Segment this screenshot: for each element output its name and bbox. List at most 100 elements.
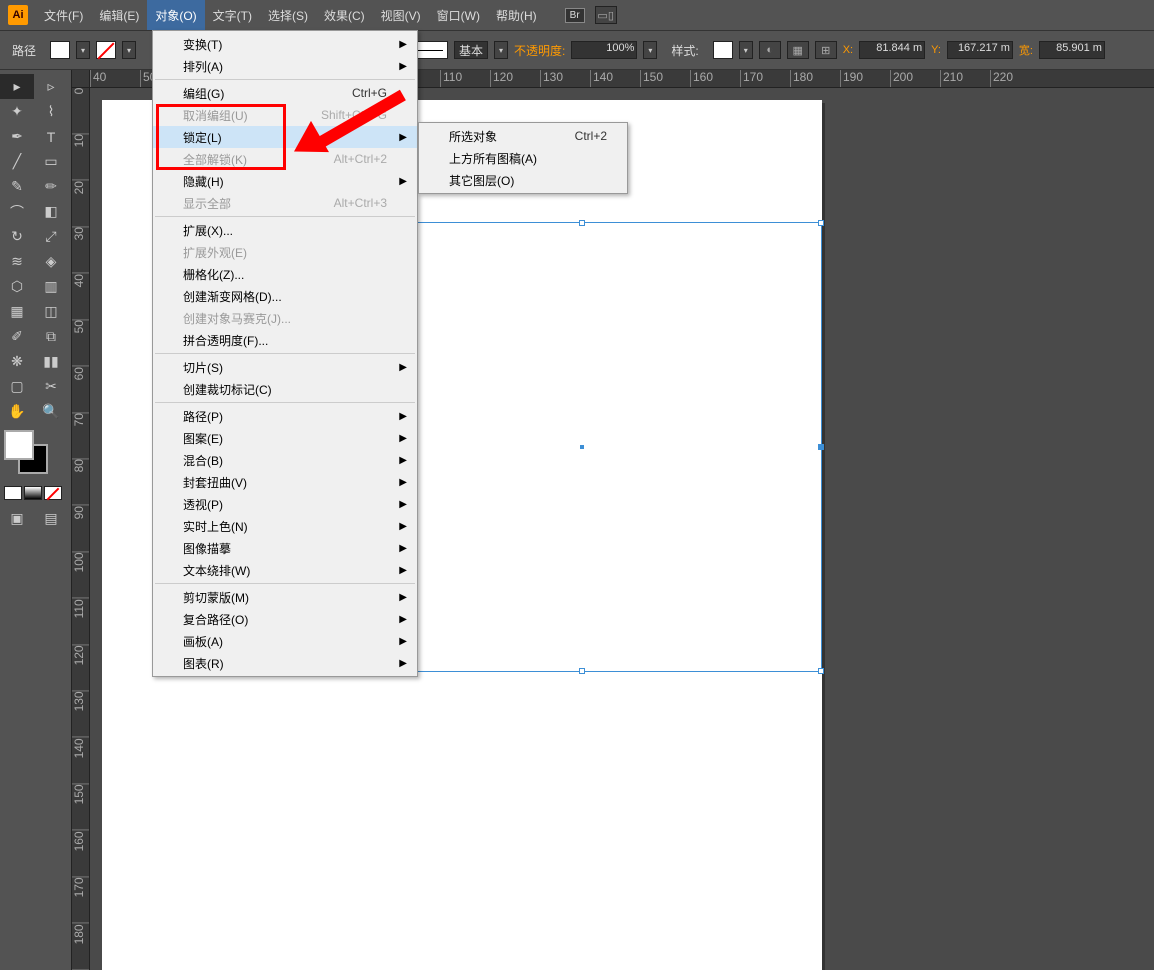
menu-artboards[interactable]: 画板(A)▶ xyxy=(153,630,417,652)
menu-mosaic: 创建对象马赛克(J)... xyxy=(153,307,417,329)
perspective-grid-tool-icon[interactable]: ▥ xyxy=(34,274,68,299)
menu-compound-path[interactable]: 复合路径(O)▶ xyxy=(153,608,417,630)
menu-pattern[interactable]: 图案(E)▶ xyxy=(153,427,417,449)
stroke-dropdown[interactable] xyxy=(122,41,136,59)
gradient-tool-icon[interactable]: ◫ xyxy=(34,299,68,324)
menu-graph[interactable]: 图表(R)▶ xyxy=(153,652,417,674)
rectangle-tool-icon[interactable]: ▭ xyxy=(34,149,68,174)
slice-tool-icon[interactable]: ✂ xyxy=(34,374,68,399)
fill-dropdown[interactable] xyxy=(76,41,90,59)
menu-live-paint[interactable]: 实时上色(N)▶ xyxy=(153,515,417,537)
handle-tm[interactable] xyxy=(579,220,585,226)
zoom-tool-icon[interactable]: 🔍 xyxy=(34,399,68,424)
y-input[interactable]: 167.217 m xyxy=(947,41,1013,59)
hand-tool-icon[interactable]: ✋ xyxy=(0,399,34,424)
width-tool-icon[interactable]: ≋ xyxy=(0,249,34,274)
menu-group[interactable]: 编组(G)Ctrl+G xyxy=(153,82,417,104)
menu-flatten[interactable]: 拼合透明度(F)... xyxy=(153,329,417,351)
free-transform-tool-icon[interactable]: ◈ xyxy=(34,249,68,274)
screen-mode-icon[interactable]: ▣ xyxy=(0,506,34,531)
menu-clipping-mask[interactable]: 剪切蒙版(M)▶ xyxy=(153,586,417,608)
bridge-button[interactable]: Br xyxy=(565,8,585,23)
pen-tool-icon[interactable]: ✒ xyxy=(0,124,34,149)
selection-tool-icon[interactable]: ▸ xyxy=(0,74,34,99)
magic-wand-tool-icon[interactable]: ✦ xyxy=(0,99,34,124)
menu-lock[interactable]: 锁定(L)▶ xyxy=(153,126,417,148)
ruler-tick-v: 90 xyxy=(72,506,89,552)
stroke-swatch[interactable] xyxy=(96,41,116,59)
blend-tool-icon[interactable]: ⧉ xyxy=(34,324,68,349)
opacity-dropdown[interactable] xyxy=(643,41,657,59)
rotate-tool-icon[interactable]: ↻ xyxy=(0,224,34,249)
menu-text[interactable]: 文字(T) xyxy=(205,0,260,30)
menu-view[interactable]: 视图(V) xyxy=(373,0,429,30)
none-mode-icon[interactable] xyxy=(44,486,62,500)
artboard-tool-icon[interactable]: ▢ xyxy=(0,374,34,399)
symbol-sprayer-tool-icon[interactable]: ❋ xyxy=(0,349,34,374)
pencil-tool-icon[interactable]: ✏ xyxy=(34,174,68,199)
color-mode-icon[interactable] xyxy=(4,486,22,500)
ruler-tick-v: 70 xyxy=(72,413,89,459)
handle-mr[interactable] xyxy=(818,444,824,450)
align-icon[interactable]: ▦ xyxy=(787,41,809,59)
submenu-other-layers[interactable]: 其它图层(O) xyxy=(419,169,627,191)
menu-rasterize[interactable]: 栅格化(Z)... xyxy=(153,263,417,285)
brush-dropdown[interactable] xyxy=(494,41,508,59)
transform-icon[interactable]: ⊞ xyxy=(815,41,837,59)
shape-builder-tool-icon[interactable]: ⬡ xyxy=(0,274,34,299)
logo-text: Ai xyxy=(8,5,28,25)
eyedropper-tool-icon[interactable]: ✐ xyxy=(0,324,34,349)
style-dropdown[interactable] xyxy=(739,41,753,59)
menu-slice[interactable]: 切片(S)▶ xyxy=(153,356,417,378)
x-input[interactable]: 81.844 m xyxy=(859,41,925,59)
blob-brush-tool-icon[interactable]: ⌒ xyxy=(0,199,34,224)
scale-tool-icon[interactable]: ⤢ xyxy=(34,224,68,249)
fill-color-icon[interactable] xyxy=(4,430,34,460)
type-tool-icon[interactable]: T xyxy=(34,124,68,149)
handle-bm[interactable] xyxy=(579,668,585,674)
line-tool-icon[interactable]: ╱ xyxy=(0,149,34,174)
menu-select[interactable]: 选择(S) xyxy=(260,0,316,30)
menubar: Ai 文件(F) 编辑(E) 对象(O) 文字(T) 选择(S) 效果(C) 视… xyxy=(0,0,1154,30)
submenu-selection[interactable]: 所选对象Ctrl+2 xyxy=(419,125,627,147)
menu-window[interactable]: 窗口(W) xyxy=(429,0,488,30)
change-screen-icon[interactable]: ▤ xyxy=(34,506,68,531)
menu-file[interactable]: 文件(F) xyxy=(36,0,91,30)
paintbrush-tool-icon[interactable]: ✎ xyxy=(0,174,34,199)
w-input[interactable]: 85.901 m xyxy=(1039,41,1105,59)
submenu-all-above[interactable]: 上方所有图稿(A) xyxy=(419,147,627,169)
menu-crop-marks[interactable]: 创建裁切标记(C) xyxy=(153,378,417,400)
menu-blend[interactable]: 混合(B)▶ xyxy=(153,449,417,471)
menu-help[interactable]: 帮助(H) xyxy=(488,0,545,30)
menu-text-wrap[interactable]: 文本绕排(W)▶ xyxy=(153,559,417,581)
mesh-tool-icon[interactable]: ▦ xyxy=(0,299,34,324)
menu-transform[interactable]: 变换(T)▶ xyxy=(153,33,417,55)
menu-edit[interactable]: 编辑(E) xyxy=(91,0,147,30)
menu-effect[interactable]: 效果(C) xyxy=(316,0,373,30)
handle-tr[interactable] xyxy=(818,220,824,226)
lasso-tool-icon[interactable]: ⌇ xyxy=(34,99,68,124)
ruler-tick-h: 130 xyxy=(540,70,590,87)
menu-expand[interactable]: 扩展(X)... xyxy=(153,219,417,241)
fill-stroke-selector[interactable] xyxy=(4,430,54,480)
menu-hide[interactable]: 隐藏(H)▶ xyxy=(153,170,417,192)
direct-selection-tool-icon[interactable]: ▹ xyxy=(34,74,68,99)
gradient-mode-icon[interactable] xyxy=(24,486,42,500)
menu-gradient-mesh[interactable]: 创建渐变网格(D)... xyxy=(153,285,417,307)
menu-arrange[interactable]: 排列(A)▶ xyxy=(153,55,417,77)
brush-basic-label[interactable]: 基本 xyxy=(454,41,488,59)
menu-perspective[interactable]: 透视(P)▶ xyxy=(153,493,417,515)
layout-toggle-icon[interactable]: ▭▯ xyxy=(595,6,617,24)
menu-envelope[interactable]: 封套扭曲(V)▶ xyxy=(153,471,417,493)
handle-br[interactable] xyxy=(818,668,824,674)
opacity-input[interactable]: 100% xyxy=(571,41,637,59)
menu-unlock-all: 全部解锁(K)Alt+Ctrl+2 xyxy=(153,148,417,170)
style-swatch[interactable] xyxy=(713,41,733,59)
fill-swatch[interactable] xyxy=(50,41,70,59)
column-graph-tool-icon[interactable]: ▮▮ xyxy=(34,349,68,374)
recolor-icon[interactable]: ◐ xyxy=(759,41,781,59)
menu-path[interactable]: 路径(P)▶ xyxy=(153,405,417,427)
menu-object[interactable]: 对象(O) xyxy=(147,0,204,30)
eraser-tool-icon[interactable]: ◧ xyxy=(34,199,68,224)
menu-image-trace[interactable]: 图像描摹▶ xyxy=(153,537,417,559)
